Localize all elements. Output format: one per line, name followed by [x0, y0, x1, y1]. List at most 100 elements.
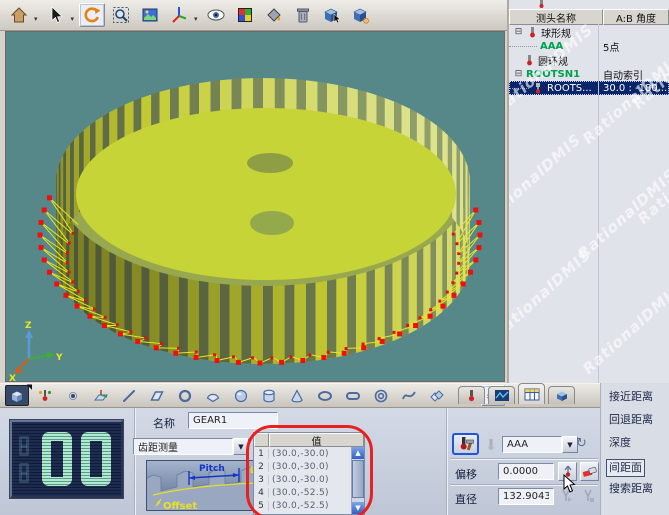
tree-header: 测头名称 A:B 角度: [509, 9, 669, 25]
offset-edit-button[interactable]: [580, 462, 599, 481]
panel-divider: [450, 458, 598, 460]
home-dropdown-arrow[interactable]: ▾: [34, 15, 38, 23]
arc-button[interactable]: [201, 385, 225, 406]
sphere-button[interactable]: [229, 385, 253, 406]
solid-tab-icon: [555, 389, 569, 402]
search-distance-label: 搜索距离: [609, 479, 669, 502]
point-button[interactable]: [61, 385, 85, 406]
tree-row-rootsn1[interactable]: ⊟ ROOTSN1 自动索引: [509, 67, 669, 81]
paint-tools-icon: [264, 5, 284, 25]
table-row[interactable]: 2(30.0,-30.0): [254, 460, 364, 473]
tab-table[interactable]: [518, 383, 545, 404]
mode-dropdown[interactable]: 齿距测量 ▼: [133, 438, 249, 455]
slot-button[interactable]: [341, 385, 365, 406]
cone-button[interactable]: [285, 385, 309, 406]
lcd-digit: [81, 432, 111, 486]
plane-icon: [149, 388, 165, 404]
render-image-button[interactable]: [137, 3, 163, 27]
axes-dropdown-arrow[interactable]: ▾: [194, 15, 198, 23]
zoom-window-button[interactable]: [108, 3, 134, 27]
ellipse-button[interactable]: [313, 385, 337, 406]
offset-label: 偏移: [455, 466, 477, 482]
scroll-up-icon[interactable]: ▲: [352, 447, 364, 459]
diameter-label: 直径: [455, 491, 477, 507]
offset-probe-button[interactable]: [558, 462, 577, 481]
line-button[interactable]: [117, 385, 141, 406]
values-table-header[interactable]: 值: [269, 433, 364, 447]
select-dropdown-arrow[interactable]: ▾: [71, 15, 75, 23]
svg-text:Y: Y: [55, 353, 63, 363]
diameter-input[interactable]: [498, 488, 554, 505]
table-row[interactable]: 1(30.0,-30.0): [254, 447, 364, 460]
table-scrollbar[interactable]: ▲ ▼: [351, 447, 364, 514]
pick-solid-icon: [322, 5, 342, 25]
cylinder-button[interactable]: [257, 385, 281, 406]
retract-distance-label: 回退距离: [609, 410, 669, 433]
values-table-corner[interactable]: [254, 433, 269, 447]
delete-button[interactable]: [290, 3, 316, 27]
curve-button[interactable]: [397, 385, 421, 406]
axes-triad-button[interactable]: [166, 3, 192, 27]
rotate-view-button[interactable]: [79, 3, 105, 27]
select-button[interactable]: [43, 3, 69, 27]
tree-row-roots-selected[interactable]: ROOTS... 30.0 : -180...: [509, 81, 669, 95]
scrollbar-thumb[interactable]: [352, 460, 364, 498]
surface-button[interactable]: [425, 385, 449, 406]
table-row[interactable]: 4(30.0,-52.5): [254, 486, 364, 499]
circle-button[interactable]: [173, 385, 197, 406]
color-palette-button[interactable]: [232, 3, 258, 27]
ring-icon: [373, 388, 389, 404]
viewport-3d[interactable]: ZYX: [5, 31, 505, 382]
circle-icon: [177, 388, 193, 404]
lcd-counter: [10, 420, 123, 498]
pick-solid-button[interactable]: [319, 3, 345, 27]
tree-row-sphere-gauge[interactable]: ⊟ 球形规: [509, 25, 669, 39]
chevron-down-icon[interactable]: ▼: [233, 438, 249, 455]
tree-header-angle[interactable]: A:B 角度: [603, 9, 669, 25]
paint-tools-button[interactable]: [261, 3, 287, 27]
svg-text:X: X: [9, 374, 16, 381]
probe-stop-icon: [580, 488, 596, 504]
home-button[interactable]: [6, 3, 32, 27]
refresh-button[interactable]: ↻: [576, 436, 587, 451]
eraser-icon: [582, 465, 597, 478]
tab-probe[interactable]: [458, 386, 485, 404]
ring-button[interactable]: [369, 385, 393, 406]
probe-icon: [523, 54, 535, 66]
plane-axes-button[interactable]: [89, 385, 113, 406]
slot-icon: [345, 388, 361, 404]
tree-row-ring-gauge[interactable]: 圆环规: [509, 53, 669, 67]
line-icon: [121, 388, 137, 404]
view-eye-button[interactable]: [203, 3, 229, 27]
expander-icon[interactable]: ⊟: [514, 28, 523, 37]
solid-settings-button[interactable]: ⚙: [348, 3, 374, 27]
spacing-face-field[interactable]: 间距面: [606, 459, 645, 477]
probe-measure-button[interactable]: [452, 433, 479, 455]
probe-hammer-icon: [457, 436, 475, 452]
corner-arrow-icon: ◥: [27, 383, 32, 391]
tab-solid[interactable]: [548, 386, 575, 404]
panel-divider: [446, 408, 448, 515]
tree-row-aaa[interactable]: AAA 5点: [509, 39, 669, 53]
table-row[interactable]: 5(30.0,-52.5): [254, 499, 364, 512]
tree-header-name[interactable]: 测头名称: [509, 9, 603, 25]
color-palette-icon: [235, 5, 255, 25]
scroll-down-icon[interactable]: ▼: [352, 502, 364, 514]
solid-mode-button[interactable]: ◥: [5, 385, 29, 406]
rotate-view-icon: [82, 5, 102, 25]
svg-text:⚙: ⚙: [362, 17, 370, 25]
tab-graph[interactable]: [488, 386, 515, 404]
probe-icon: [526, 26, 538, 38]
probe-select-dropdown[interactable]: AAA ▼: [502, 436, 578, 453]
expander-icon[interactable]: ⊟: [514, 70, 523, 79]
probe-build-button[interactable]: [33, 385, 57, 406]
offset-input[interactable]: [498, 463, 554, 480]
probe-tree-panel: 测头名称 A:B 角度 ⊟ 球形规 AAA 5点 圆环规 ⊟ ROOTSN1: [507, 0, 669, 386]
gear-model: ZYX: [6, 32, 504, 381]
zoom-window-icon: [111, 5, 131, 25]
table-tab-icon: [524, 388, 540, 401]
probe-pick-icon: [561, 465, 575, 479]
plane-button[interactable]: [145, 385, 169, 406]
table-row[interactable]: 3(30.0,-30.0): [254, 473, 364, 486]
name-input[interactable]: [188, 412, 278, 429]
